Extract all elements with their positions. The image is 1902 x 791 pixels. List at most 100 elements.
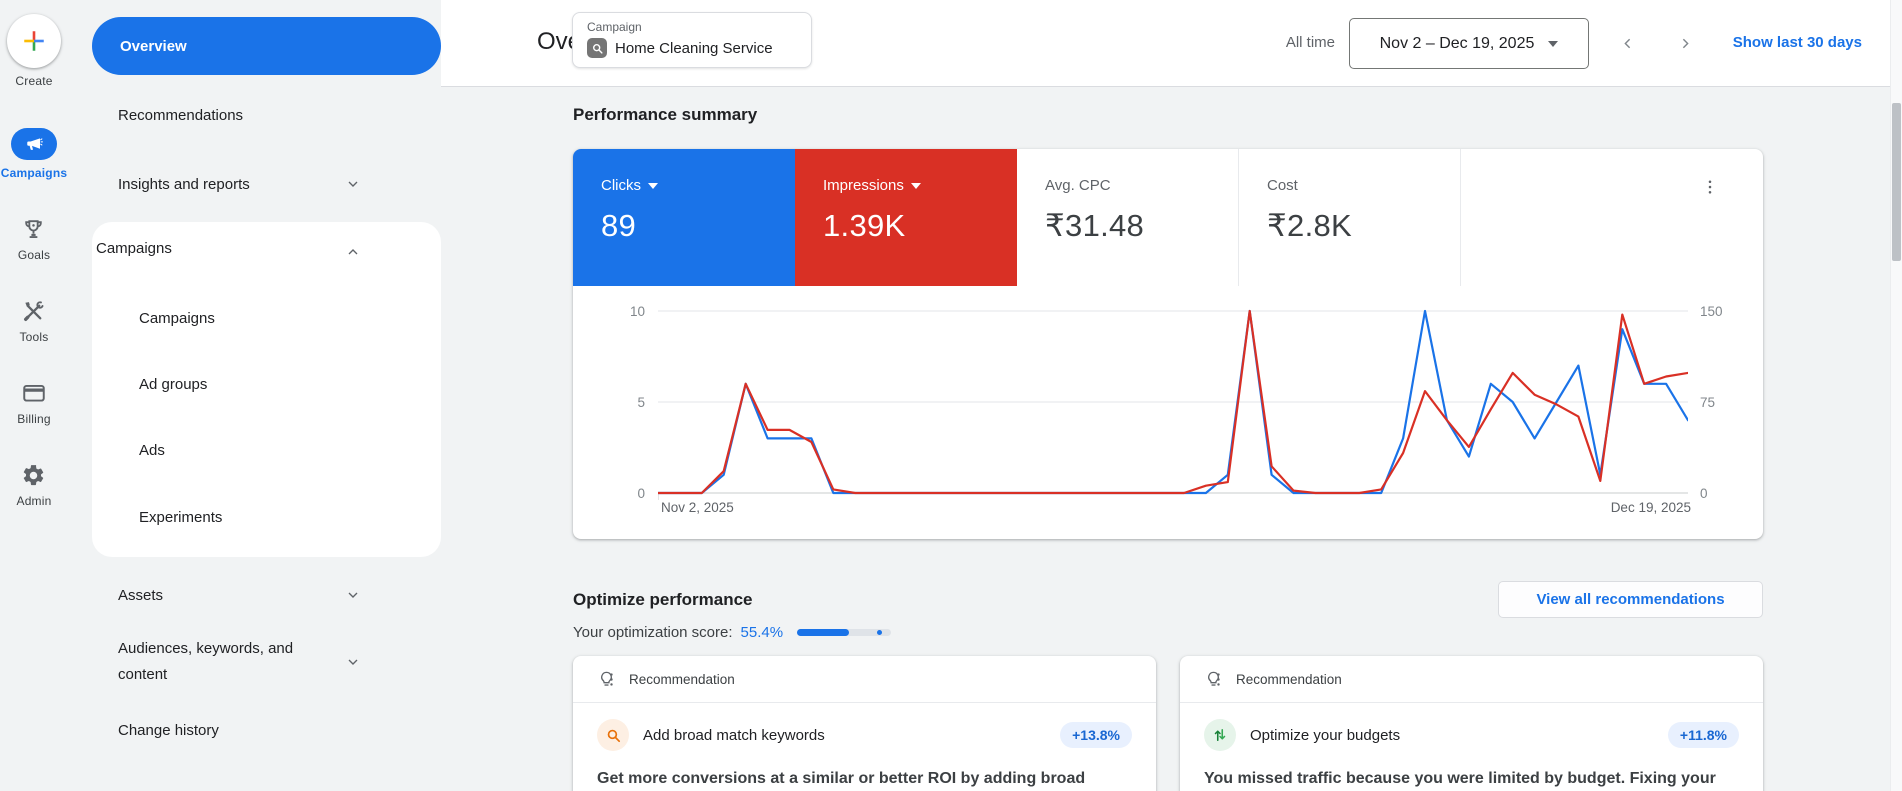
right-axis-tick: 0 [1700,486,1708,501]
chevron-left-icon [1623,38,1630,48]
tools-icon [24,300,44,321]
rail-item-admin[interactable]: Admin [16,462,51,508]
nav-item-campaigns-group[interactable]: Campaigns [96,240,172,257]
next-period-button[interactable] [1671,29,1699,57]
caret-down-icon [1548,40,1559,47]
left-axis-tick: 10 [629,304,645,319]
rail-label-tools: Tools [19,330,49,344]
left-axis-tick: 0 [637,486,645,501]
metric-label: Cost [1267,177,1298,194]
chevron-right-icon [1682,38,1689,48]
search-icon [597,719,629,751]
scrollbar-thumb[interactable] [1892,103,1901,261]
x-axis-end-label: Dec 19, 2025 [1610,500,1691,515]
recommendation-header-label: Recommendation [629,671,735,687]
kebab-menu-icon [609,672,613,686]
performance-summary-title: Performance summary [573,105,758,124]
metric-value: 89 [601,208,637,243]
caret-down-icon [910,182,921,189]
optimization-score-bar [797,629,892,636]
recommendation-title[interactable]: Optimize your budgets [1250,727,1668,744]
billing-card-icon [23,384,45,402]
rail-item-billing[interactable]: Billing [17,380,51,426]
google-ads-app: Create Campaigns Goals Tools Billing Adm… [0,0,1902,791]
metric-tiles: Clicks 89 Impressions 1.39K Avg. CPC ₹31… [573,149,1763,286]
chevron-down-icon [348,592,358,598]
gear-icon [24,464,44,485]
kebab-menu-icon [1216,672,1220,686]
recommendation-body-text: Get more conversions at a similar or bet… [597,770,1086,787]
campaigns-pill [10,128,57,160]
metric-tile-cost[interactable]: Cost ₹2.8K [1239,149,1461,286]
right-axis-tick: 75 [1700,395,1716,410]
recommendation-header-label: Recommendation [1236,671,1342,687]
rail-item-goals[interactable]: Goals [18,216,50,262]
create-button[interactable] [7,14,61,68]
chevron-up-icon [348,249,358,255]
performance-chart[interactable]: 10 5 0 150 75 0 Nov 2, 2025 Dec 19, 2025 [573,286,1763,539]
nav-item-ad-groups[interactable]: Ad groups [139,372,207,396]
nav-item-overview[interactable]: Overview [92,17,441,75]
recommendation-title[interactable]: Add broad match keywords [643,727,1060,744]
metric-label: Impressions [823,177,904,194]
score-bar-fill [797,629,850,636]
rail-item-campaigns[interactable]: Campaigns [1,128,67,180]
page-scrollbar[interactable] [1890,0,1902,791]
metric-value: ₹31.48 [1045,208,1145,243]
optimize-performance-title: Optimize performance [573,589,753,609]
uplift-badge: +11.8% [1667,722,1739,748]
create-label: Create [15,74,53,88]
left-rail: Create Campaigns Goals Tools Billing Adm… [0,0,68,791]
rail-label-goals: Goals [17,248,51,262]
trophy-icon [25,219,43,238]
metric-tile-impressions[interactable]: Impressions 1.39K [795,149,1017,286]
content-area: Performance summary Clicks 89 Impression… [441,88,1902,791]
date-range-picker[interactable]: Nov 2 – Dec 19, 2025 [1349,18,1589,69]
topbar: Overview Campaign Home Cleaning Service … [441,0,1902,87]
nav-item-audiences-keywords-content[interactable]: Audiences, keywords, and content [118,636,441,688]
metric-label: Clicks [601,177,641,194]
nav-item-insights-and-reports[interactable]: Insights and reports [118,166,441,202]
nav-item-assets[interactable]: Assets [118,577,441,613]
view-all-recommendations-button[interactable]: View all recommendations [1498,581,1763,618]
right-axis-tick: 150 [1700,304,1723,319]
metric-tile-clicks[interactable]: Clicks 89 [573,149,795,286]
x-axis-start-label: Nov 2, 2025 [661,500,734,515]
nav-item-ads[interactable]: Ads [139,438,165,462]
chevron-down-icon [348,659,358,665]
recommendation-card-header: Recommendation [1180,656,1763,703]
summary-card-menu-button[interactable] [1696,173,1724,201]
optimization-score-value: 55.4% [740,624,784,641]
megaphone-icon [27,138,43,150]
main-area: Overview Campaign Home Cleaning Service … [441,0,1902,791]
rail-item-create: Create [7,14,61,88]
chart-plot [658,309,1688,500]
performance-summary-card: Clicks 89 Impressions 1.39K Avg. CPC ₹31… [573,149,1763,539]
search-campaign-icon [587,38,607,58]
time-scope-label: All time [1285,34,1335,51]
metric-label: Avg. CPC [1045,177,1111,194]
recommendation-menu-button[interactable] [597,665,625,693]
score-bar-marker [876,630,882,635]
metric-value: ₹2.8K [1267,208,1352,243]
nav-item-change-history[interactable]: Change history [118,712,441,748]
caret-down-icon [648,182,658,189]
kebab-menu-icon [1708,180,1712,194]
nav-item-campaigns[interactable]: Campaigns [139,306,215,330]
rail-item-tools[interactable]: Tools [19,298,48,344]
chevron-down-icon [348,181,358,187]
recommendation-menu-button[interactable] [1204,665,1232,693]
show-last-30-days-link[interactable]: Show last 30 days [1733,34,1862,51]
uplift-badge: +13.8% [1060,722,1132,748]
metric-tile-avg-cpc[interactable]: Avg. CPC ₹31.48 [1017,149,1239,286]
recommendation-card: Recommendation Add broad match keywords … [573,656,1156,791]
previous-period-button[interactable] [1613,29,1641,57]
rail-label-billing: Billing [17,412,51,426]
campaign-selector[interactable]: Campaign Home Cleaning Service [572,12,812,68]
recommendation-card-header: Recommendation [573,656,1156,703]
recommendation-card: Recommendation Optimize your budgets +11… [1180,656,1763,791]
nav-item-experiments[interactable]: Experiments [139,505,222,529]
side-navigation: Overview Recommendations Insights and re… [68,0,441,791]
nav-item-recommendations[interactable]: Recommendations [118,97,441,133]
budget-arrows-icon [1204,719,1236,751]
